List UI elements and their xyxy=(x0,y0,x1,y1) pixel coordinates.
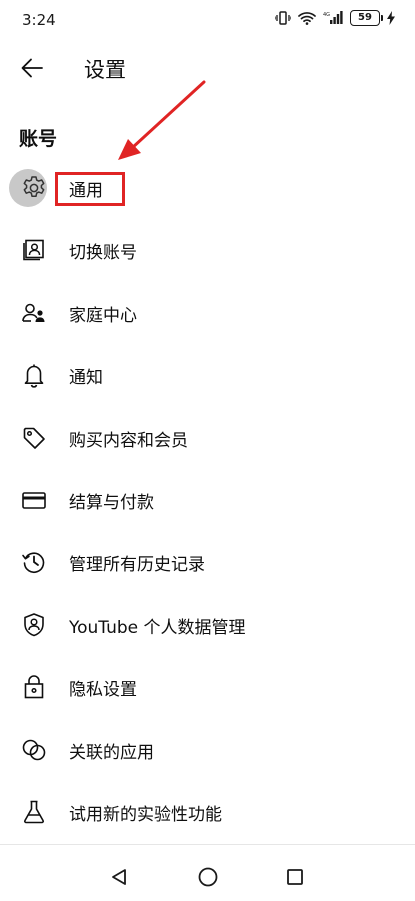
system-nav-bar xyxy=(0,844,415,901)
page-title: 设置 xyxy=(84,58,126,82)
gear-icon xyxy=(21,175,47,201)
battery-icon: 59 xyxy=(350,10,383,26)
status-icons: 4G 59 xyxy=(275,10,395,26)
lock-icon xyxy=(21,674,47,700)
wifi-icon xyxy=(298,11,316,25)
menu-item-switch-account[interactable]: 切换账号 xyxy=(0,218,415,280)
nav-back-button[interactable] xyxy=(107,865,131,889)
menu-item-privacy[interactable]: 隐私设置 xyxy=(0,655,415,717)
menu-item-general[interactable]: 通用 xyxy=(0,156,415,218)
shield-person-icon xyxy=(21,612,47,638)
menu-item-label: 通知 xyxy=(69,368,103,389)
menu-item-label: 隐私设置 xyxy=(69,680,137,701)
menu-item-billing-payments[interactable]: 结算与付款 xyxy=(0,468,415,530)
flask-icon xyxy=(21,799,47,825)
history-icon xyxy=(21,549,47,575)
menu-item-label: YouTube 个人数据管理 xyxy=(69,617,246,638)
back-arrow-icon xyxy=(21,58,43,78)
status-bar: 3:24 4G 59 xyxy=(0,0,415,40)
switch-account-icon xyxy=(21,237,47,263)
cellular-signal-icon: 4G xyxy=(323,11,343,25)
menu-item-linked-apps[interactable]: 关联的应用 xyxy=(0,718,415,780)
nav-home-button[interactable] xyxy=(196,865,220,889)
menu-item-label: 管理所有历史记录 xyxy=(69,555,205,576)
triangle-back-icon xyxy=(112,869,126,885)
status-time: 3:24 xyxy=(22,11,56,29)
menu-item-label: 试用新的实验性功能 xyxy=(69,804,222,825)
menu-item-label: 关联的应用 xyxy=(69,742,154,763)
menu-item-purchases-memberships[interactable]: 购买内容和会员 xyxy=(0,406,415,468)
family-center-icon xyxy=(21,300,47,326)
menu-item-label: 购买内容和会员 xyxy=(69,430,188,451)
credit-card-icon xyxy=(21,487,47,513)
menu-item-experimental-features[interactable]: 试用新的实验性功能 xyxy=(0,780,415,842)
settings-menu: 通用 切换账号 家庭中心 通知 购买内容和会员 结算与付款 管理所有历史记录 Y… xyxy=(0,156,415,842)
vibrate-icon xyxy=(275,11,291,25)
charging-icon xyxy=(387,11,395,25)
app-bar: 设置 xyxy=(0,40,415,96)
menu-item-youtube-data[interactable]: YouTube 个人数据管理 xyxy=(0,593,415,655)
menu-item-label: 结算与付款 xyxy=(69,492,154,513)
menu-item-manage-history[interactable]: 管理所有历史记录 xyxy=(0,530,415,592)
bell-icon xyxy=(21,362,47,388)
tag-icon xyxy=(21,425,47,451)
menu-item-label: 家庭中心 xyxy=(69,305,137,326)
menu-item-label: 切换账号 xyxy=(69,243,137,264)
menu-item-notifications[interactable]: 通知 xyxy=(0,343,415,405)
nav-recents-button[interactable] xyxy=(283,865,307,889)
square-recents-icon xyxy=(287,869,303,885)
svg-text:4G: 4G xyxy=(323,12,330,18)
menu-item-label: 通用 xyxy=(69,181,103,201)
linked-apps-icon xyxy=(21,737,47,763)
back-button[interactable] xyxy=(14,52,50,84)
section-header-account: 账号 xyxy=(19,128,58,150)
circle-home-icon xyxy=(198,867,218,887)
menu-item-family-center[interactable]: 家庭中心 xyxy=(0,281,415,343)
